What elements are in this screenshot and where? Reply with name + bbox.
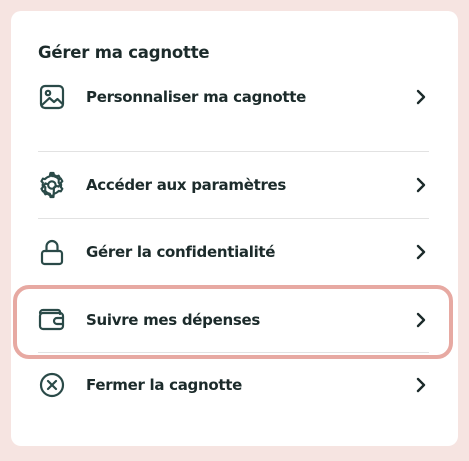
divider bbox=[38, 285, 429, 286]
wallet-icon bbox=[38, 306, 66, 334]
menu-item-parametres[interactable]: Accéder aux paramètres bbox=[38, 152, 429, 218]
menu-item-label: Personnaliser ma cagnotte bbox=[86, 88, 307, 106]
close-circle-icon bbox=[38, 371, 66, 399]
chevron-right-icon bbox=[413, 244, 429, 260]
menu-item-confidentialite[interactable]: Gérer la confidentialité bbox=[38, 219, 429, 285]
menu-item-personnaliser[interactable]: Personnaliser ma cagnotte bbox=[38, 64, 429, 130]
menu-item-label: Accéder aux paramètres bbox=[86, 176, 287, 194]
menu-item-label: Fermer la cagnotte bbox=[86, 376, 242, 394]
menu-item-depenses[interactable]: Suivre mes dépenses bbox=[38, 287, 429, 353]
image-icon bbox=[38, 83, 66, 111]
chevron-right-icon bbox=[413, 89, 429, 105]
manage-panel: Gérer ma cagnotte Personnaliser ma cagno… bbox=[11, 11, 458, 446]
menu-item-label: Gérer la confidentialité bbox=[86, 243, 276, 261]
chevron-right-icon bbox=[413, 312, 429, 328]
chevron-right-icon bbox=[413, 377, 429, 393]
chevron-right-icon bbox=[413, 177, 429, 193]
menu-item-fermer[interactable]: Fermer la cagnotte bbox=[38, 352, 429, 418]
lock-icon bbox=[38, 238, 66, 266]
gear-icon bbox=[38, 171, 66, 199]
menu-item-label: Suivre mes dépenses bbox=[86, 311, 260, 329]
panel-title: Gérer ma cagnotte bbox=[38, 43, 210, 62]
